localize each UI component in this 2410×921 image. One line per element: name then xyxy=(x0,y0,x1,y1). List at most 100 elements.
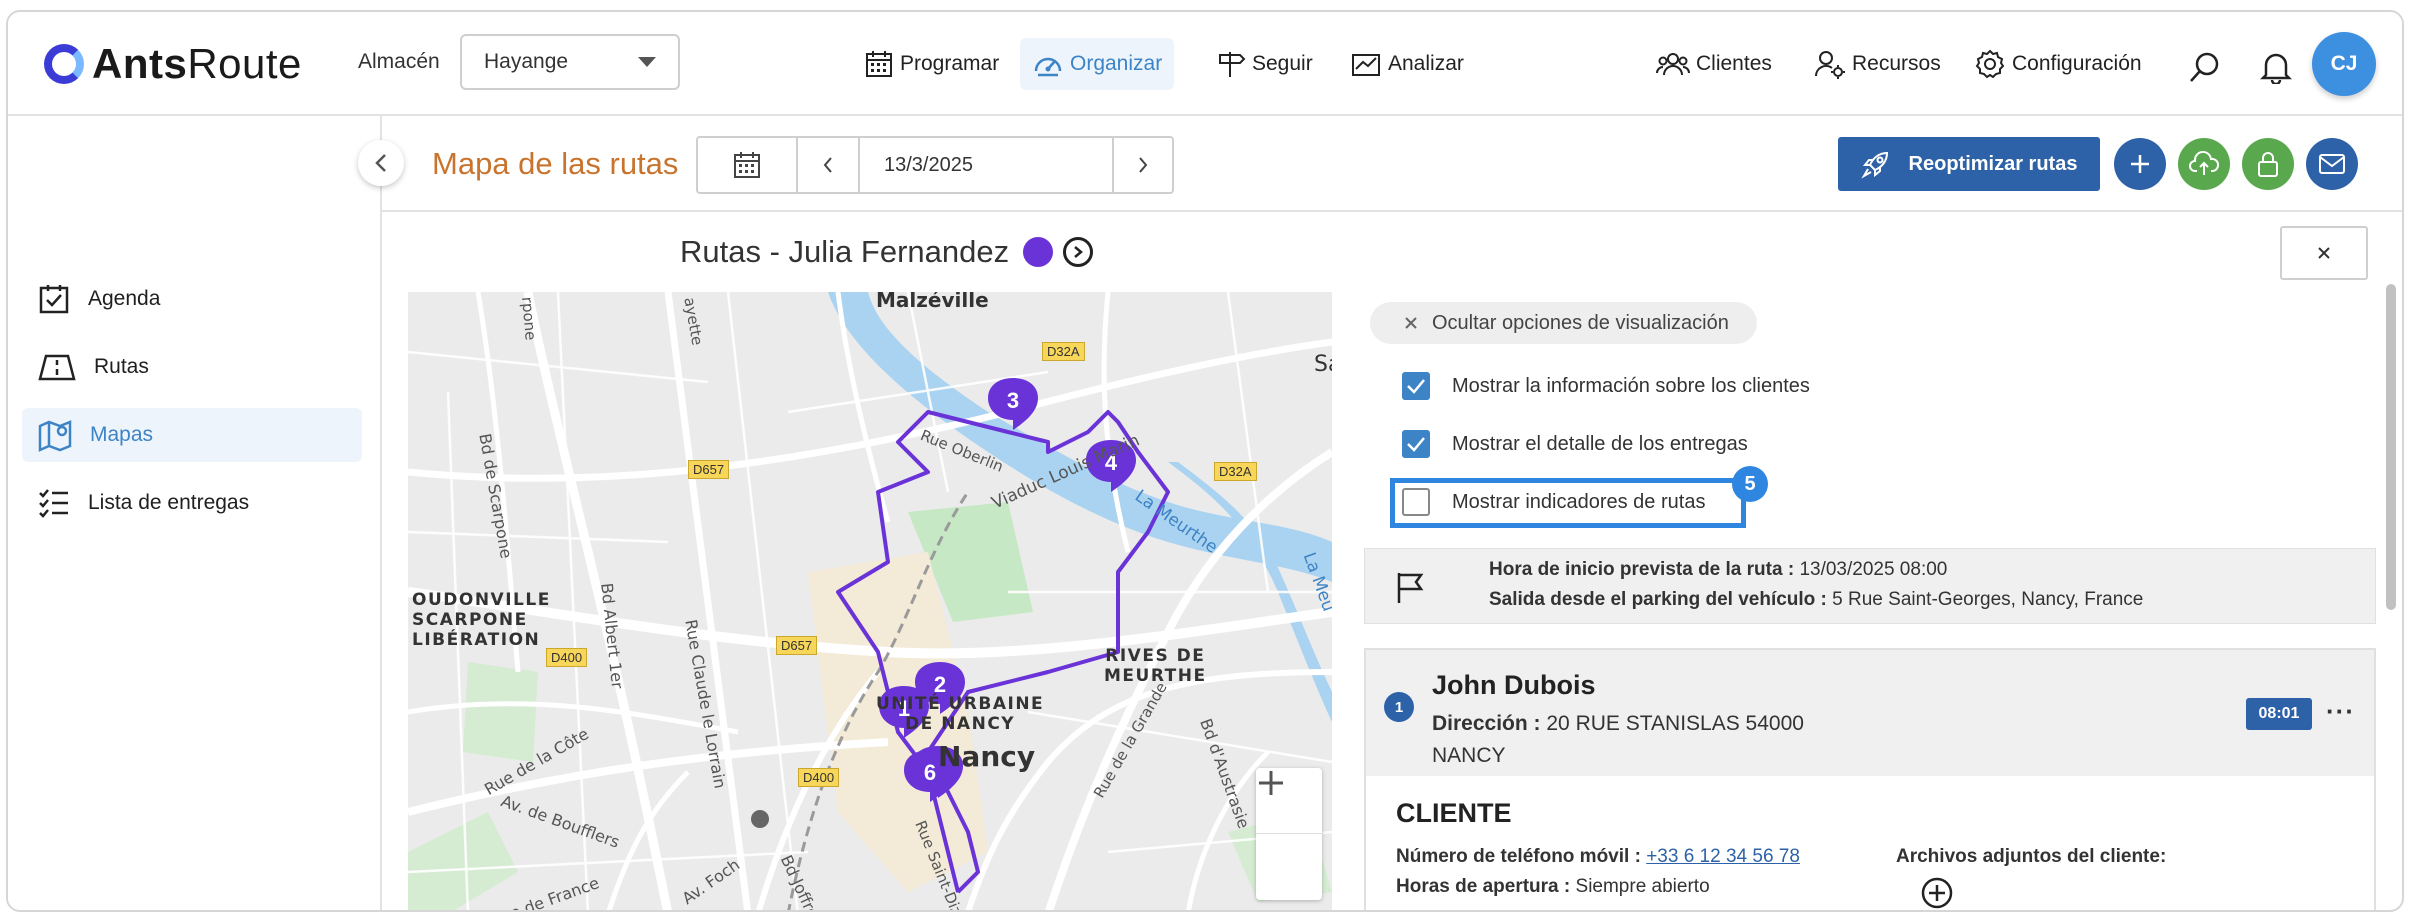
date-picker-button[interactable] xyxy=(698,138,798,192)
road-tag-d32a-north: D32A xyxy=(1042,342,1085,361)
reoptimize-routes-button[interactable]: Reoptimizar rutas xyxy=(1838,137,2100,191)
calendar-icon xyxy=(734,152,760,178)
store-select[interactable]: Hayange xyxy=(460,34,680,90)
store-value: Hayange xyxy=(484,50,569,73)
map-label-unite-urbaine: UNITÉ URBAINE DE NANCY xyxy=(876,694,1045,734)
route-marker-6-label: 6 xyxy=(924,760,936,785)
flag-icon xyxy=(1397,573,1424,603)
cloud-upload-button[interactable] xyxy=(2178,138,2230,190)
route-start-time-value: 13/03/2025 08:00 xyxy=(1799,559,1948,580)
sidebar-collapse-button[interactable] xyxy=(358,140,404,186)
map-zoom-control xyxy=(1256,768,1322,900)
store-label: Almacén xyxy=(358,50,440,73)
close-map-button[interactable] xyxy=(2280,226,2368,280)
email-button[interactable] xyxy=(2306,138,2358,190)
page-title: Mapa de las rutas xyxy=(432,146,679,181)
client-hours: Horas de apertura : Siempre abierto xyxy=(1396,876,1710,898)
client-card-header: 1 John Dubois Dirección : 20 RUE STANISL… xyxy=(1366,650,2374,776)
antsroute-logo[interactable]: AntsRoute xyxy=(44,38,302,90)
client-hours-value: Siempre abierto xyxy=(1575,876,1710,897)
nav-recursos[interactable]: Recursos xyxy=(1802,38,1953,90)
client-name: John Dubois xyxy=(1432,670,1596,700)
minus-icon xyxy=(1259,781,1283,785)
nav-configuracion-label: Configuración xyxy=(2012,52,2142,75)
calendar-icon xyxy=(866,51,892,77)
sidebar-item-lista-entregas-label: Lista de entregas xyxy=(88,491,250,514)
hide-display-options-button[interactable]: Ocultar opciones de visualización xyxy=(1370,302,1757,344)
option-show-delivery-detail-checkbox[interactable] xyxy=(1402,430,1430,458)
dashboard-icon xyxy=(1034,57,1062,77)
zoom-out-button[interactable] xyxy=(1256,781,1322,900)
route-map[interactable]: 3 4 2 1 6 Malzéville Sa Rue Oberlin Viad… xyxy=(408,292,1332,910)
option-show-delivery-detail[interactable]: Mostrar el detalle de los entregas xyxy=(1402,430,1748,458)
plus-icon xyxy=(2131,155,2149,173)
tram-stop-icon xyxy=(751,810,769,828)
map-icon xyxy=(38,420,72,452)
lock-button[interactable] xyxy=(2242,138,2294,190)
sidebar-item-mapas-label: Mapas xyxy=(90,423,154,446)
sidebar-item-rutas[interactable]: Rutas xyxy=(22,340,362,394)
map-label-scarpone-district: OUDONVILLE SCARPONE LIBÉRATION xyxy=(412,590,551,650)
chart-icon xyxy=(1352,54,1380,76)
date-value[interactable]: 13/3/2025 xyxy=(860,138,1114,192)
nav-organizar[interactable]: Organizar xyxy=(1020,38,1175,90)
client-phone-link[interactable]: +33 6 12 34 56 78 xyxy=(1646,846,1800,867)
close-icon xyxy=(1405,317,1417,329)
nav-analizar[interactable]: Analizar xyxy=(1338,38,1476,90)
hide-display-options-label: Ocultar opciones de visualización xyxy=(1432,311,1729,334)
sidebar-item-mapas[interactable]: Mapas xyxy=(22,408,362,462)
top-bar: AntsRoute Almacén Hayange Programar Orga… xyxy=(8,12,2402,116)
chevron-left-icon xyxy=(823,157,832,173)
chevron-right-icon xyxy=(1074,246,1084,258)
next-day-button[interactable] xyxy=(1114,138,1172,192)
next-route-button[interactable] xyxy=(1063,237,1094,267)
users-icon xyxy=(1656,53,1690,76)
option-show-client-info-checkbox[interactable] xyxy=(1402,372,1430,400)
route-start-time: Hora de inicio prevista de la ruta : 13/… xyxy=(1489,559,1947,581)
highlight-step-badge: 5 xyxy=(1732,466,1768,502)
option-show-client-info[interactable]: Mostrar la información sobre los cliente… xyxy=(1402,372,1810,400)
chevron-right-icon xyxy=(1139,157,1148,173)
panel-scrollbar[interactable] xyxy=(2386,284,2396,610)
map-label-malzeville: Malzéville xyxy=(876,292,989,312)
previous-day-button[interactable] xyxy=(798,138,860,192)
envelope-icon xyxy=(2319,154,2345,174)
nav-recursos-label: Recursos xyxy=(1852,52,1941,75)
nav-seguir-label: Seguir xyxy=(1252,52,1313,75)
signpost-icon xyxy=(1219,52,1246,77)
client-card: 1 John Dubois Dirección : 20 RUE STANISL… xyxy=(1364,648,2376,910)
route-title: Rutas - Julia Fernandez xyxy=(680,234,1094,270)
client-sequence-badge: 1 xyxy=(1384,692,1414,722)
client-phone: Número de teléfono móvil : +33 6 12 34 5… xyxy=(1396,846,1800,868)
check-icon xyxy=(1407,437,1425,452)
add-attachment-icon[interactable] xyxy=(1920,876,1954,910)
nav-configuracion[interactable]: Configuración xyxy=(1962,38,2154,90)
nav-clientes[interactable]: Clientes xyxy=(1644,38,1784,90)
road-tag-d32a-east: D32A xyxy=(1214,462,1257,481)
sidebar-item-agenda-label: Agenda xyxy=(88,287,161,310)
map-label-nancy: Nancy xyxy=(938,740,1036,773)
rocket-icon xyxy=(1860,151,1888,179)
sidebar-item-lista-entregas[interactable]: Lista de entregas xyxy=(22,476,362,530)
reoptimize-routes-label: Reoptimizar rutas xyxy=(1908,152,2078,175)
map-label-sa: Sa xyxy=(1314,352,1332,377)
client-attachments: Archivos adjuntos del cliente: xyxy=(1896,846,2166,868)
route-start-parking-value: 5 Rue Saint-Georges, Nancy, France xyxy=(1832,589,2144,610)
close-icon xyxy=(2318,247,2330,259)
nav-programar[interactable]: Programar xyxy=(852,38,1011,90)
bell-icon[interactable] xyxy=(2260,50,2292,84)
logo-mark-icon xyxy=(44,44,84,84)
add-button[interactable] xyxy=(2114,138,2166,190)
client-more-menu-icon[interactable]: ··· xyxy=(2326,696,2355,727)
route-start-parking-label: Salida desde el parking del vehículo : xyxy=(1489,589,1827,610)
logo-text: AntsRoute xyxy=(92,40,302,87)
client-eta-badge: 08:01 xyxy=(2246,698,2312,730)
map-label-rpone: rpone xyxy=(518,296,540,342)
nav-seguir[interactable]: Seguir xyxy=(1204,38,1325,90)
search-icon[interactable] xyxy=(2188,50,2222,84)
route-icon xyxy=(38,354,76,381)
client-phone-label: Número de teléfono móvil : xyxy=(1396,846,1641,867)
sidebar: Agenda Rutas Mapas Lista de entregas xyxy=(8,116,382,910)
sidebar-item-agenda[interactable]: Agenda xyxy=(22,272,362,326)
user-avatar[interactable]: CJ xyxy=(2312,32,2376,96)
